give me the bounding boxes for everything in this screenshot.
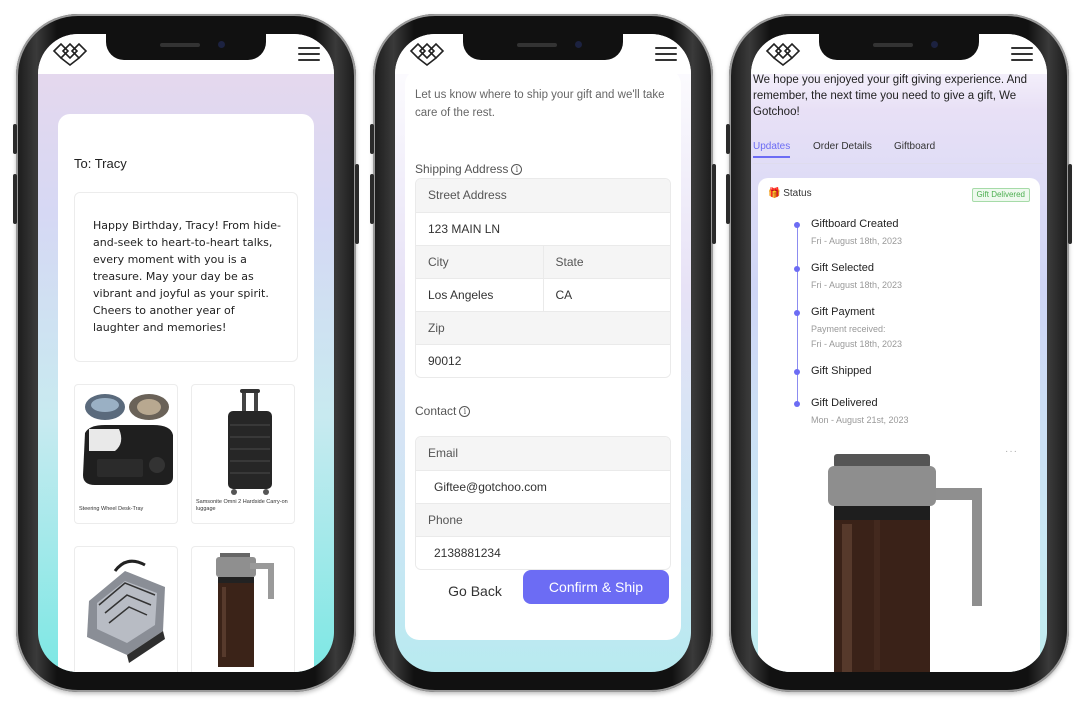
phone-side-button xyxy=(13,174,17,224)
contact-label: Contact xyxy=(415,404,457,418)
phone-screen-1: To: Tracy Happy Birthday, Tracy! From hi… xyxy=(38,34,334,672)
info-icon[interactable]: i xyxy=(459,406,471,418)
tab-order-details[interactable]: Order Details xyxy=(813,138,872,156)
luggage-image xyxy=(228,389,272,495)
timeline-date: Fri - August 18th, 2023 xyxy=(811,236,903,246)
phone-side-button xyxy=(355,164,359,244)
timeline-dot xyxy=(794,369,800,375)
street-address-field[interactable]: 123 MAIN LN xyxy=(416,213,670,245)
phone-side-button xyxy=(712,164,716,244)
contact-form: Email Giftee@gotchoo.com Phone 213888123… xyxy=(415,436,671,570)
phone-frame-1: To: Tracy Happy Birthday, Tracy! From hi… xyxy=(13,14,359,692)
zip-field[interactable]: 90012 xyxy=(416,345,670,377)
gift-icon: 🎁 xyxy=(768,188,781,199)
product-name: Steering Wheel Desk-Tray xyxy=(79,506,144,512)
phone-field[interactable]: 2138881234 xyxy=(416,537,670,569)
timeline-title: Gift Delivered xyxy=(811,397,878,409)
shipping-card: Let us know where to ship your gift and … xyxy=(405,70,681,640)
status-badge: Gift Delivered xyxy=(971,188,1030,202)
notch xyxy=(106,34,266,60)
phone-label: Phone xyxy=(428,513,463,527)
gotchoo-logo-icon[interactable] xyxy=(765,42,801,66)
recipient-line: To: Tracy xyxy=(74,156,127,171)
shipping-address-label: Shipping Address xyxy=(415,162,509,176)
thank-you-message: We hope you enjoyed your gift giving exp… xyxy=(753,74,1028,118)
state-field[interactable]: CA xyxy=(542,279,670,311)
city-field[interactable]: Los Angeles xyxy=(416,279,543,311)
timeline-date: Fri - August 18th, 2023 xyxy=(811,339,903,349)
phone-side-button xyxy=(1068,164,1072,244)
product-card[interactable]: Steering Wheel Desk-Tray xyxy=(74,384,178,524)
email-field[interactable]: Giftee@gotchoo.com xyxy=(416,471,670,503)
product-card[interactable]: Samsonite Omni 2 Hardside Carry-on lugga… xyxy=(191,384,295,524)
email-label: Email xyxy=(428,446,459,460)
hamburger-menu-icon[interactable] xyxy=(655,47,677,61)
hamburger-menu-icon[interactable] xyxy=(1011,47,1033,61)
notch xyxy=(819,34,979,60)
phone-screen-3: We hope you enjoyed your gift giving exp… xyxy=(751,34,1047,672)
product-name: Samsonite Omni 2 Hardside Carry-on lugga… xyxy=(196,499,288,512)
timeline-dot xyxy=(794,222,800,228)
phone-screen-2: Let us know where to ship your gift and … xyxy=(395,34,691,672)
cold-brew-maker-image xyxy=(216,553,274,667)
phone-side-button xyxy=(13,124,17,154)
phone-side-button xyxy=(370,124,374,154)
shipping-address-form: Street Address 123 MAIN LN City State Lo… xyxy=(415,178,671,378)
timeline-detail: Payment received: xyxy=(811,324,886,334)
product-card[interactable] xyxy=(191,546,295,672)
pet-carrier-image xyxy=(87,559,165,663)
tab-updates[interactable]: Updates xyxy=(753,138,791,158)
timeline-date: Fri - August 18th, 2023 xyxy=(811,280,903,290)
go-back-button[interactable]: Go Back xyxy=(425,574,525,608)
phone-frame-2: Let us know where to ship your gift and … xyxy=(370,14,716,692)
status-heading: 🎁 Status xyxy=(768,188,812,199)
timeline-title: Gift Payment xyxy=(811,306,875,318)
desk-tray-image xyxy=(83,394,173,485)
contact-heading: Contact i xyxy=(415,404,471,418)
phone-side-button xyxy=(370,174,374,224)
cold-brew-maker-image xyxy=(828,454,982,672)
timeline-dot xyxy=(794,310,800,316)
state-label: State xyxy=(542,246,671,278)
tab-giftboard[interactable]: Giftboard xyxy=(894,138,935,156)
gift-message: Happy Birthday, Tracy! From hide-and-see… xyxy=(74,192,298,362)
street-label: Street Address xyxy=(428,188,507,202)
notch xyxy=(463,34,623,60)
status-card: 🎁 Status Gift Delivered Giftboard Create… xyxy=(758,178,1040,672)
timeline-title: Gift Selected xyxy=(811,262,874,274)
gotchoo-logo-icon[interactable] xyxy=(52,42,88,66)
timeline-date: Mon - August 21st, 2023 xyxy=(811,415,909,425)
confirm-ship-button[interactable]: Confirm & Ship xyxy=(523,570,669,604)
product-card[interactable] xyxy=(74,546,178,672)
phone-side-button xyxy=(726,124,730,154)
gotchoo-logo-icon[interactable] xyxy=(409,42,445,66)
shipping-intro: Let us know where to ship your gift and … xyxy=(415,89,665,119)
timeline-dot xyxy=(794,266,800,272)
status-label: Status xyxy=(783,188,812,199)
timeline-dot xyxy=(794,401,800,407)
zip-label: Zip xyxy=(428,321,445,335)
info-icon[interactable]: i xyxy=(511,164,523,176)
shipping-address-heading: Shipping Address i xyxy=(415,162,523,176)
order-tabs: Updates Order Details Giftboard xyxy=(753,138,1043,164)
timeline-title: Gift Shipped xyxy=(811,365,872,377)
city-label: City xyxy=(428,255,449,269)
gift-card: To: Tracy Happy Birthday, Tracy! From hi… xyxy=(58,114,314,672)
phone-frame-3: We hope you enjoyed your gift giving exp… xyxy=(726,14,1072,692)
hamburger-menu-icon[interactable] xyxy=(298,47,320,61)
timeline-title: Giftboard Created xyxy=(811,218,899,230)
phone-side-button xyxy=(726,174,730,224)
more-options-icon[interactable]: ··· xyxy=(1005,446,1018,457)
